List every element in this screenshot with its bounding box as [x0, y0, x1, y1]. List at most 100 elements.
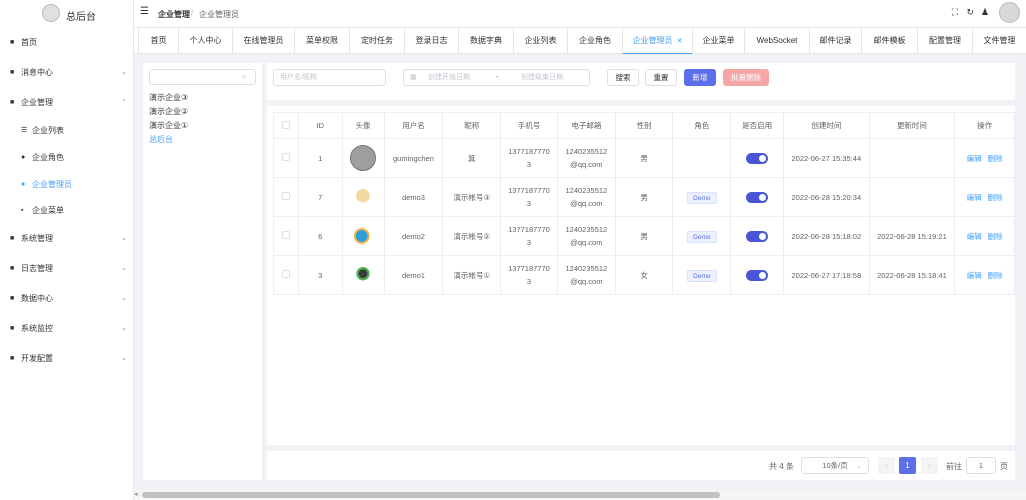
sidebar-item-log[interactable]: ■ 日志管理 ⌄: [0, 257, 133, 279]
cell-email: 1240235512 @qq.com: [556, 255, 616, 295]
tree-node[interactable]: 演示企业①: [149, 120, 188, 131]
keyword-input[interactable]: 用户名/昵称: [273, 69, 386, 86]
row-checkbox[interactable]: [281, 191, 290, 200]
tab-label: 企业角色: [579, 36, 611, 45]
avatar[interactable]: [999, 2, 1020, 23]
tab-scheduled-task[interactable]: 定时任务: [349, 28, 404, 54]
cell-email: 1240235512 @qq.com: [556, 138, 616, 178]
cell-id: 6: [297, 216, 343, 256]
start-date-placeholder: 创建开始日期: [428, 74, 470, 81]
delete-button[interactable]: 删除: [988, 271, 1003, 280]
header-username: 用户名: [383, 112, 444, 139]
tab-config[interactable]: 配置管理: [917, 28, 972, 54]
page-size-select[interactable]: 10条/页 ⌄: [801, 457, 869, 474]
cell-username: gumingchen: [383, 138, 444, 178]
edit-button[interactable]: 编辑: [967, 154, 982, 163]
tab-dictionary[interactable]: 数据字典: [458, 28, 513, 54]
tab-enterprise-role[interactable]: 企业角色: [567, 28, 622, 54]
enabled-switch[interactable]: [746, 192, 769, 204]
cell-updated: 2022-06-28 15:18:41: [868, 255, 956, 295]
cell-gender: 女: [614, 255, 674, 295]
row-select[interactable]: [273, 216, 299, 256]
row-select[interactable]: [273, 177, 299, 217]
scroll-left-icon[interactable]: ◂: [134, 490, 138, 498]
tab-mail-template[interactable]: 邮件模板: [861, 28, 917, 54]
fullscreen-icon[interactable]: ⛶: [952, 7, 958, 18]
horizontal-scrollbar[interactable]: ◂: [134, 490, 1026, 500]
tree-node-selected[interactable]: 总后台: [149, 134, 173, 145]
tab-home[interactable]: 首页: [138, 28, 178, 54]
tab-enterprise-list[interactable]: 企业列表: [513, 28, 567, 54]
row-checkbox[interactable]: [281, 269, 290, 278]
tab-label: 定时任务: [361, 36, 393, 45]
table-row: 7 demo3 演示帐号③ 1377187770 3 1240235512 @qq.…: [273, 177, 1015, 217]
select-all-checkbox[interactable]: [281, 120, 290, 129]
tab-websocket[interactable]: WebSocket: [744, 28, 809, 54]
hamburger-icon[interactable]: ☰: [140, 6, 149, 17]
cell-role: [672, 138, 732, 178]
tab-login-log[interactable]: 登录日志: [404, 28, 458, 54]
sidebar-item-enterprise-list[interactable]: ☰ 企业列表: [0, 119, 133, 141]
tab-label: 配置管理: [929, 36, 961, 45]
delete-button[interactable]: 删除: [988, 193, 1003, 202]
cell-enabled: [730, 255, 785, 295]
sidebar-item-monitor[interactable]: ■ 系统监控 ⌄: [0, 317, 133, 339]
breadcrumb-parent[interactable]: 企业管理: [158, 9, 190, 20]
row-select[interactable]: [273, 138, 299, 178]
sidebar-item-system[interactable]: ■ 系统管理 ⌄: [0, 227, 133, 249]
phone-line1: 1377187770: [508, 186, 550, 195]
add-button[interactable]: 新增: [684, 69, 716, 86]
cell-updated: [868, 177, 956, 217]
role-tag: Demo: [687, 230, 717, 243]
reset-button[interactable]: 重置: [645, 69, 677, 86]
cell-phone: 1377187770 3: [500, 216, 558, 256]
goto-label: 前往: [946, 462, 962, 471]
sidebar-item-enterprise[interactable]: ■ 企业管理 ⌃: [0, 91, 133, 113]
row-checkbox[interactable]: [281, 152, 290, 161]
prev-page-button[interactable]: ‹: [878, 457, 895, 474]
admin-table: ID 头像 用户名 昵称 手机号 电子邮箱 性别 角色 是否启用 创建时间 更新…: [273, 112, 1015, 295]
tree-search-input[interactable]: [149, 69, 256, 85]
close-icon[interactable]: ✕: [677, 38, 683, 45]
edit-button[interactable]: 编辑: [967, 232, 982, 241]
email-line2: @qq.com: [570, 277, 603, 286]
enabled-switch[interactable]: [746, 270, 769, 282]
sidebar-item-data[interactable]: ■ 数据中心 ⌄: [0, 287, 133, 309]
user-icon[interactable]: ♟: [981, 7, 989, 18]
sidebar-item-home[interactable]: ■ 首页: [0, 31, 133, 53]
scrollbar-thumb[interactable]: [142, 492, 720, 498]
refresh-icon[interactable]: ↻: [966, 7, 974, 18]
tree-node[interactable]: 演示企业②: [149, 106, 188, 117]
tab-enterprise-admin[interactable]: 企业管理员 ✕: [622, 28, 692, 54]
next-page-button[interactable]: ›: [921, 457, 938, 474]
header-id: ID: [297, 112, 343, 139]
page-number-current[interactable]: 1: [899, 457, 916, 474]
tab-file-manage[interactable]: 文件管理: [972, 28, 1026, 54]
tab-online-admin[interactable]: 在线管理员: [232, 28, 294, 54]
tab-label: 首页: [150, 36, 167, 45]
delete-button[interactable]: 删除: [988, 154, 1003, 163]
sidebar-item-enterprise-menu[interactable]: ▪ 企业菜单: [0, 199, 133, 221]
sidebar-item-enterprise-role[interactable]: ● 企业角色: [0, 146, 133, 168]
delete-button[interactable]: 删除: [988, 232, 1003, 241]
enabled-switch[interactable]: [746, 153, 769, 165]
sidebar-item-enterprise-admin[interactable]: ● 企业管理员: [0, 173, 133, 195]
sidebar-item-dev[interactable]: ■ 开发配置 ⌄: [0, 347, 133, 369]
row-select[interactable]: [273, 255, 299, 295]
tab-mail-record[interactable]: 邮件记录: [809, 28, 861, 54]
row-checkbox[interactable]: [281, 230, 290, 239]
goto-page-input[interactable]: 1: [966, 457, 996, 474]
tab-profile[interactable]: 个人中心: [178, 28, 232, 54]
sidebar-item-message[interactable]: ■ 消息中心 ⌄: [0, 61, 133, 83]
enabled-switch[interactable]: [746, 231, 769, 243]
header-select[interactable]: [273, 112, 299, 139]
edit-button[interactable]: 编辑: [967, 193, 982, 202]
tab-enterprise-menu[interactable]: 企业菜单: [692, 28, 744, 54]
tab-menu-permission[interactable]: 菜单权限: [294, 28, 349, 54]
date-range-input[interactable]: ▦ 创建开始日期 - 创建结束日期: [403, 69, 590, 86]
search-button[interactable]: 搜索: [607, 69, 639, 86]
batch-delete-button[interactable]: 批量删除: [723, 69, 769, 86]
cell-gender: 男: [614, 216, 674, 256]
edit-button[interactable]: 编辑: [967, 271, 982, 280]
tree-node[interactable]: 演示企业③: [149, 92, 188, 103]
